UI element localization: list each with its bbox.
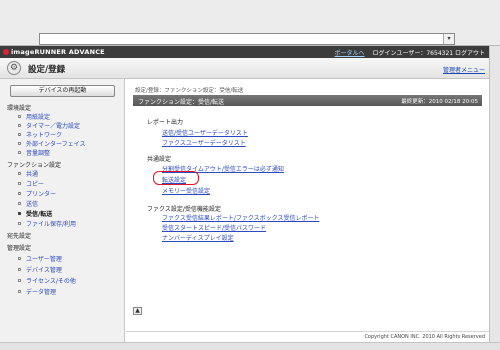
sidebar-item-data-management[interactable]: データ管理 [18,287,56,296]
chevron-down-icon[interactable]: ▾ [443,34,454,44]
main-content: 設定/登録：ファンクション設定：受信/転送 ファンクション設定：受信/転送 最終… [126,79,489,331]
sidebar-item-receive-forward[interactable]: 受信/転送 [18,209,52,218]
sidebar-item-copy[interactable]: コピー [18,179,44,188]
link-receive-start-speed[interactable]: 受信スタートスピード/受信パスワード [162,223,266,232]
bullet-icon [18,142,21,145]
title-bar: ⚙ 設定/登録 管理者メニュー [0,58,489,79]
window-scrollbar[interactable] [489,46,500,342]
sidebar-group-function: ファンクション設定 [7,162,62,169]
remote-ui-frame: imageRUNNER ADVANCE ポータルへ ログインユーザー：76543… [0,46,489,342]
restart-device-button[interactable]: デバイスの再起動 [10,85,115,97]
group-fax-settings: ファクス設定/受信機能設定 [147,206,221,213]
bullet-icon [18,133,21,136]
sidebar-item-send[interactable]: 送信 [18,199,38,208]
gear-icon: ⚙ [7,61,21,75]
address-combo[interactable]: ▾ [39,33,455,45]
link-fax-receive-report[interactable]: ファクス受信結果レポート/ファクスボックス受信レポート [162,213,319,222]
bullet-icon [18,279,21,282]
sidebar-item-network[interactable]: ネットワーク [18,130,62,139]
sidebar: デバイスの再起動 環境設定 用紙設定 タイマー／電力設定 ネットワーク 外部イン… [0,79,125,342]
bullet-icon [18,124,21,127]
login-user-info[interactable]: ログインユーザー：7654321 ログアウト [372,50,485,57]
admin-menu-link[interactable]: 管理者メニュー [443,65,485,74]
sidebar-item-license[interactable]: ライセンス/その他 [18,276,76,285]
status-bar [0,342,500,350]
group-report-output: レポート出力 [147,119,184,126]
link-memory-receive-settings[interactable]: メモリー受信設定 [162,186,210,195]
bullet-icon [18,212,21,215]
bullet-icon [18,192,21,195]
bullet-icon [18,268,21,271]
sidebar-item-paper[interactable]: 用紙設定 [18,112,50,121]
bullet-icon [18,151,21,154]
bullet-icon [18,115,21,118]
bullet-icon [18,172,21,175]
sidebar-item-device-management[interactable]: デバイス管理 [18,265,62,274]
browser-toolbar: ▾ [0,0,500,46]
copyright: Copyright CANON INC. 2010 All Rights Res… [364,334,485,340]
sidebar-item-timer[interactable]: タイマー／電力設定 [18,121,80,130]
sidebar-item-user-management[interactable]: ユーザー管理 [18,254,62,263]
bullet-icon [18,290,21,293]
forwarding-highlight-marker [153,171,199,185]
sidebar-group-management: 管理設定 [7,245,32,252]
page-title: 設定/登録 [28,65,66,75]
back-to-top-button[interactable]: ▲ [133,307,142,315]
link-fax-user-data-list[interactable]: ファクスユーザーデータリスト [162,138,246,147]
sidebar-item-file-storage[interactable]: ファイル保存/利用 [18,219,76,228]
settings-list: レポート出力 送信/受信ユーザーデータリスト ファクスユーザーデータリスト 共通… [126,79,489,331]
top-bar: imageRUNNER ADVANCE ポータルへ ログインユーザー：76543… [0,46,489,58]
bullet-icon [18,202,21,205]
top-right-area: ポータルへ ログインユーザー：7654321 ログアウト [335,48,485,57]
portal-link[interactable]: ポータルへ [335,50,365,57]
brand-logo: imageRUNNER ADVANCE [3,48,105,56]
bullet-icon [18,222,21,225]
sidebar-item-common[interactable]: 共通 [18,169,38,178]
sidebar-item-volume[interactable]: 音量調整 [18,148,50,157]
canon-mark-icon [3,49,9,55]
link-number-display[interactable]: ナンバーディスプレイ設定 [162,233,234,242]
sidebar-item-printer[interactable]: プリンター [18,189,56,198]
footer: Copyright CANON INC. 2010 All Rights Res… [126,331,489,342]
group-common-settings: 共通設定 [147,156,172,163]
sidebar-item-destination[interactable]: 宛先設定 [7,231,31,240]
bullet-icon [18,182,21,185]
bullet-icon [18,257,21,260]
link-send-receive-user-data-list[interactable]: 送信/受信ユーザーデータリスト [162,128,248,137]
sidebar-item-interface[interactable]: 外部インターフェイス [18,139,85,148]
sidebar-group-environment: 環境設定 [7,105,32,112]
